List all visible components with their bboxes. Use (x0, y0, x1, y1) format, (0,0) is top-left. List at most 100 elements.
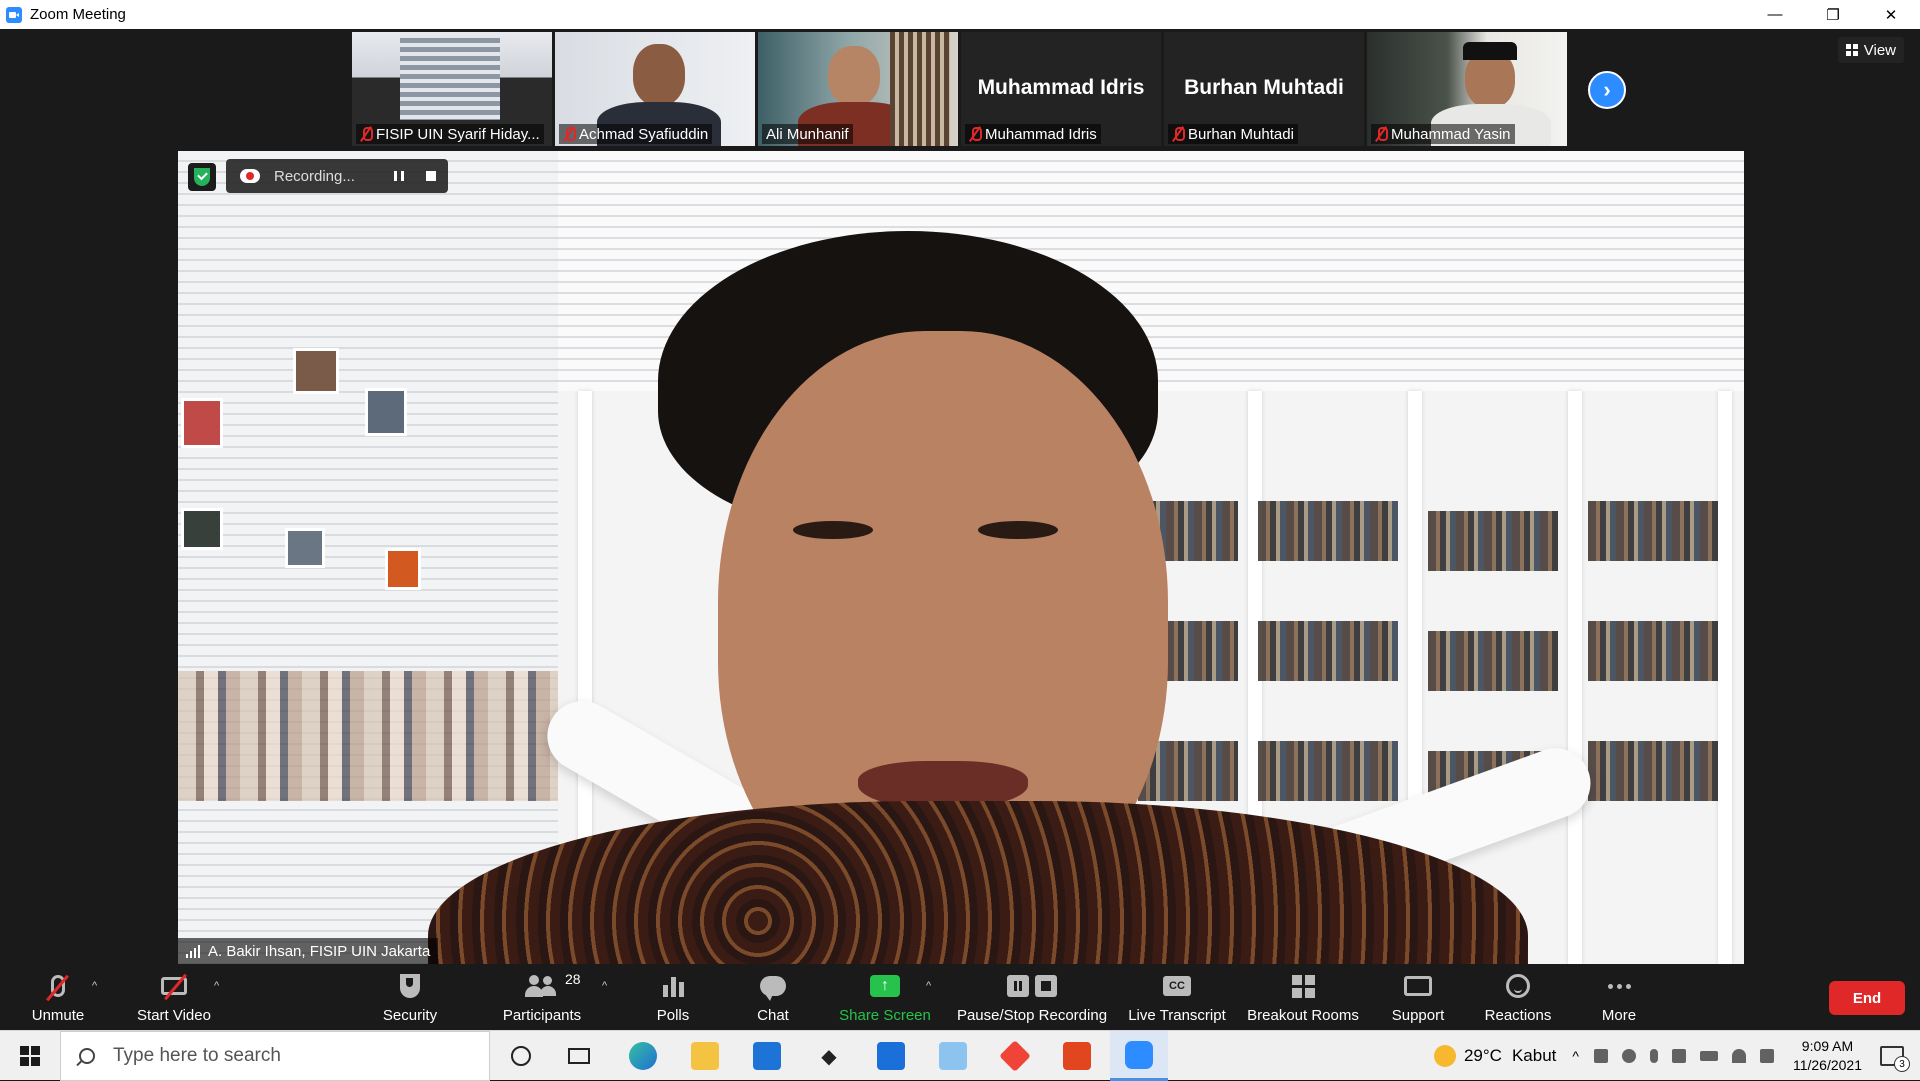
participant-tile[interactable]: Achmad Syafiuddin (555, 32, 755, 146)
unmute-button[interactable]: Unmute (24, 964, 92, 1030)
stop-recording-button[interactable] (416, 161, 446, 191)
notifications-count: 3 (1894, 1056, 1910, 1072)
taskbar-app-edge[interactable] (614, 1031, 672, 1081)
participants-button[interactable]: 28 Participants (498, 964, 586, 1030)
support-icon (1404, 976, 1432, 996)
dropbox-icon: ◆ (821, 1045, 837, 1068)
participant-name: Ali Munhanif (766, 125, 849, 143)
microphone-off-icon (51, 975, 65, 997)
participant-name: Muhammad Yasin (1391, 125, 1511, 143)
shield-icon (400, 974, 420, 998)
participant-label: Muhammad Yasin (1371, 124, 1515, 144)
participant-tile[interactable]: Muhammad Yasin (1367, 32, 1567, 146)
restore-button[interactable]: ❐ (1804, 0, 1862, 29)
more-label: More (1601, 1007, 1637, 1024)
recording-controls-icon (1007, 975, 1057, 997)
terminal-icon (877, 1042, 905, 1070)
taskbar-app-dropbox[interactable]: ◆ (800, 1031, 858, 1081)
clock[interactable]: 9:09 AM 11/26/2021 (1793, 1037, 1862, 1075)
background-magazines (178, 671, 558, 801)
live-transcript-label: Live Transcript (1128, 1007, 1226, 1024)
battery-icon[interactable] (1699, 1051, 1718, 1061)
participant-tile[interactable]: Ali Munhanif (758, 32, 958, 146)
security-button[interactable]: Security (370, 964, 450, 1030)
unmute-label: Unmute (31, 1007, 85, 1024)
close-button[interactable]: ✕ (1862, 0, 1920, 29)
task-view-button[interactable] (492, 1031, 550, 1081)
tray-overflow-caret[interactable]: ^ (1572, 1048, 1579, 1064)
taskbar-app-anydesk[interactable] (986, 1031, 1044, 1081)
speaker-name: A. Bakir Ihsan, FISIP UIN Jakarta (208, 942, 431, 960)
active-speaker-video[interactable]: Recording... A. Bakir Ihsan, FISIP UIN J… (178, 151, 1744, 964)
office-icon (1063, 1042, 1091, 1070)
audio-options-caret[interactable]: ^ (92, 980, 97, 992)
microphone-icon[interactable] (1649, 1049, 1658, 1063)
pause-recording-button[interactable] (384, 161, 414, 191)
polls-button[interactable]: Polls (640, 964, 706, 1030)
support-button[interactable]: Support (1382, 964, 1454, 1030)
next-page-button[interactable]: › (1588, 71, 1626, 109)
taskbar-app-mail[interactable] (738, 1031, 796, 1081)
share-options-caret[interactable]: ^ (926, 980, 931, 992)
participant-label: Ali Munhanif (762, 124, 853, 144)
breakout-rooms-label: Breakout Rooms (1247, 1007, 1359, 1024)
cloud-recording-icon (240, 169, 260, 183)
start-video-button[interactable]: Start Video (130, 964, 218, 1030)
encryption-shield-icon[interactable] (188, 163, 216, 191)
speaker-name-label: A. Bakir Ihsan, FISIP UIN Jakarta (178, 938, 439, 964)
system-tray: 29°C Kabut ^ 9:09 AM 11/26/2021 3 (1433, 1031, 1920, 1081)
app-window-icon (939, 1042, 967, 1070)
taskbar-app-office[interactable] (1048, 1031, 1106, 1081)
task-view-icon (568, 1048, 590, 1064)
breakout-rooms-button[interactable]: Breakout Rooms (1242, 964, 1364, 1030)
taskbar-app-explorer[interactable] (676, 1031, 734, 1081)
display-icon[interactable] (1671, 1049, 1686, 1063)
reactions-button[interactable]: Reactions (1478, 964, 1558, 1030)
volume-icon[interactable] (1759, 1049, 1774, 1063)
mic-muted-icon (360, 126, 373, 142)
breakout-rooms-icon (1291, 974, 1315, 998)
participant-name: Muhammad Idris (985, 125, 1097, 143)
live-transcript-button[interactable]: CC Live Transcript (1124, 964, 1230, 1030)
share-screen-icon: ↑ (870, 975, 900, 997)
participant-tile[interactable]: FISIP UIN Syarif Hiday... (352, 32, 552, 146)
start-button[interactable] (0, 1031, 60, 1081)
title-bar: Zoom Meeting — ❐ ✕ (0, 0, 1920, 29)
participant-tile[interactable]: Muhammad Idris Muhammad Idris (961, 32, 1161, 146)
taskbar-search[interactable]: Type here to search (60, 1031, 490, 1081)
weather-icon[interactable] (1433, 1045, 1456, 1067)
video-options-caret[interactable]: ^ (214, 980, 219, 992)
participants-options-caret[interactable]: ^ (602, 980, 607, 992)
participant-label: Achmad Syafiuddin (559, 124, 713, 144)
zoom-app-icon (6, 6, 22, 23)
pause-stop-recording-button[interactable]: Pause/Stop Recording (952, 964, 1112, 1030)
end-meeting-button[interactable]: End (1829, 981, 1905, 1015)
more-button[interactable]: More (1592, 964, 1646, 1030)
taskbar-app-zoom[interactable] (1110, 1031, 1168, 1081)
search-placeholder: Type here to search (113, 1045, 281, 1066)
weather-desc[interactable]: Kabut (1512, 1046, 1556, 1066)
participant-tile[interactable]: Burhan Muhtadi Burhan Muhtadi (1164, 32, 1364, 146)
meet-now-icon[interactable] (1593, 1049, 1608, 1063)
background-wall (178, 151, 558, 964)
mic-muted-icon (563, 126, 576, 142)
chat-button[interactable]: Chat (740, 964, 806, 1030)
folder-icon (691, 1042, 719, 1070)
support-label: Support (1391, 1007, 1445, 1024)
windows-taskbar: Type here to search ◆ 29°C Kabut ^ 9:09 … (0, 1030, 1920, 1081)
onedrive-icon[interactable] (1621, 1049, 1636, 1063)
weather-temp[interactable]: 29°C (1464, 1046, 1502, 1066)
share-screen-button[interactable]: ↑ Share Screen (836, 964, 934, 1030)
polls-icon (662, 975, 684, 997)
wifi-icon[interactable] (1731, 1049, 1746, 1063)
window-title: Zoom Meeting (30, 6, 126, 23)
taskbar-app-calculator[interactable] (924, 1031, 982, 1081)
view-button[interactable]: View (1837, 37, 1904, 63)
notifications-icon[interactable]: 3 (1880, 1046, 1910, 1072)
task-view-button[interactable] (550, 1031, 608, 1081)
minimize-button[interactable]: — (1746, 0, 1804, 29)
chat-label: Chat (757, 1007, 789, 1024)
mic-muted-icon (1375, 126, 1388, 142)
clock-date: 11/26/2021 (1792, 1057, 1862, 1073)
taskbar-app-powershell[interactable] (862, 1031, 920, 1081)
